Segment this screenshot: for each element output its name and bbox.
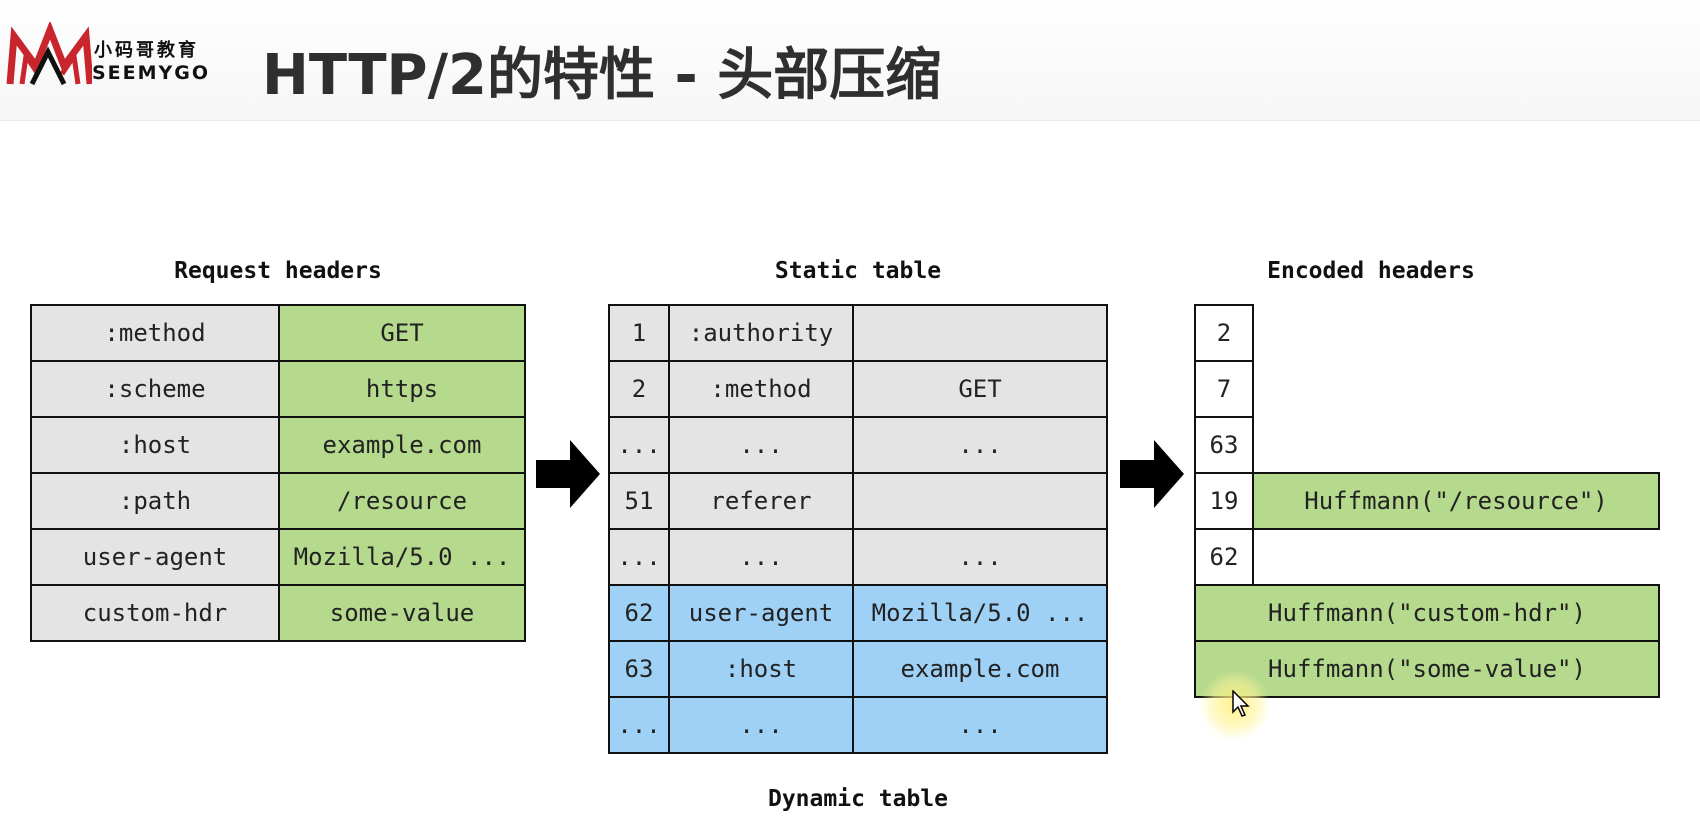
right-arrow-icon [536, 440, 600, 508]
request-header-name: custom-hdr [30, 584, 280, 642]
static-table-index: 51 [608, 472, 670, 530]
static-table-value [852, 304, 1108, 362]
encoded-header-index: 63 [1194, 416, 1254, 474]
encoded-header-index: 2 [1194, 304, 1254, 362]
dynamic-table-value: Mozilla/5.0 ... [852, 584, 1108, 642]
dynamic-table-name: :host [668, 640, 854, 698]
dynamic-table-caption: Dynamic table [767, 786, 948, 812]
slide-header: 小码哥教育 SEEMYGO HTTP/2的特性 - 头部压缩 [0, 0, 1700, 121]
dynamic-table-index: 62 [608, 584, 670, 642]
encoded-headers-caption: Encoded headers [1267, 258, 1475, 284]
static-table-caption: Static table [774, 258, 942, 284]
brand-logo: 小码哥教育 SEEMYGO [4, 22, 226, 92]
brand-name-cn: 小码哥教育 [94, 40, 199, 61]
static-table-name: referer [668, 472, 854, 530]
right-arrow-icon [1120, 440, 1184, 508]
encoded-header-index: 62 [1194, 528, 1254, 586]
request-header-name: :host [30, 416, 280, 474]
request-header-value: /resource [278, 472, 526, 530]
request-header-name: user-agent [30, 528, 280, 586]
static-table-name: :authority [668, 304, 854, 362]
request-header-name: :scheme [30, 360, 280, 418]
dynamic-table-name: ... [668, 696, 854, 754]
request-header-value: https [278, 360, 526, 418]
dynamic-table-value: ... [852, 696, 1108, 754]
encoded-header-index: 19 [1194, 472, 1254, 530]
request-header-value: Mozilla/5.0 ... [278, 528, 526, 586]
static-table-value: ... [852, 528, 1108, 586]
dynamic-table-name: user-agent [668, 584, 854, 642]
dynamic-table-index: 63 [608, 640, 670, 698]
static-table-index: ... [608, 528, 670, 586]
seemygo-logo-icon [6, 22, 92, 86]
request-header-value: GET [278, 304, 526, 362]
request-header-value: some-value [278, 584, 526, 642]
request-header-name: :method [30, 304, 280, 362]
encoded-header-index: 7 [1194, 360, 1254, 418]
static-table-index: 1 [608, 304, 670, 362]
brand-name-en: SEEMYGO [92, 62, 211, 84]
static-table-name: ... [668, 528, 854, 586]
encoded-header-literal: Huffmann("custom-hdr") [1194, 584, 1660, 642]
static-table-value: ... [852, 416, 1108, 474]
static-table-value [852, 472, 1108, 530]
static-table-name: ... [668, 416, 854, 474]
dynamic-table-index: ... [608, 696, 670, 754]
static-table-index: 2 [608, 360, 670, 418]
encoded-header-literal: Huffmann("/resource") [1252, 472, 1660, 530]
static-table-value: GET [852, 360, 1108, 418]
slide-title: HTTP/2的特性 - 头部压缩 [262, 43, 942, 108]
request-header-value: example.com [278, 416, 526, 474]
static-table-index: ... [608, 416, 670, 474]
request-headers-caption: Request headers [174, 258, 382, 284]
static-table-name: :method [668, 360, 854, 418]
request-header-name: :path [30, 472, 280, 530]
mouse-cursor-icon [1232, 690, 1250, 717]
dynamic-table-value: example.com [852, 640, 1108, 698]
